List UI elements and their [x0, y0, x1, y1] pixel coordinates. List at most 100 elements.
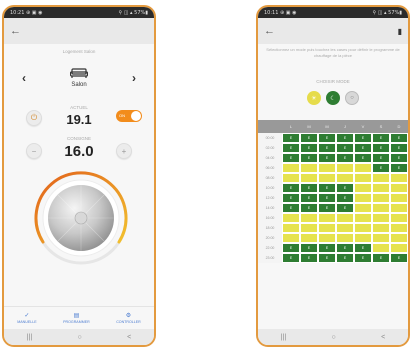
schedule-cell-eco[interactable]: E — [318, 253, 336, 263]
recent-apps-button[interactable]: ||| — [281, 334, 286, 341]
schedule-cell-eco[interactable]: E — [318, 183, 336, 193]
moon-icon[interactable]: ☾ — [326, 91, 340, 105]
schedule-cell-comfort[interactable] — [354, 163, 372, 173]
schedule-cell-comfort[interactable] — [390, 243, 408, 253]
schedule-cell-eco[interactable]: E — [300, 133, 318, 143]
schedule-cell-eco[interactable]: E — [390, 163, 408, 173]
schedule-cell-eco[interactable]: E — [354, 143, 372, 153]
schedule-cell-eco[interactable]: E — [318, 243, 336, 253]
schedule-cell-comfort[interactable] — [282, 233, 300, 243]
schedule-cell-eco[interactable]: E — [336, 153, 354, 163]
schedule-cell-eco[interactable]: E — [282, 143, 300, 153]
home-button[interactable]: ○ — [332, 334, 336, 341]
schedule-cell-eco[interactable]: E — [282, 183, 300, 193]
schedule-cell-eco[interactable]: E — [300, 143, 318, 153]
schedule-cell-comfort[interactable] — [372, 193, 390, 203]
schedule-cell-comfort[interactable] — [300, 213, 318, 223]
schedule-cell-eco[interactable]: E — [336, 183, 354, 193]
recent-apps-button[interactable]: ||| — [27, 334, 32, 341]
schedule-cell-comfort[interactable] — [372, 213, 390, 223]
schedule-cell-eco[interactable]: E — [336, 193, 354, 203]
trash-icon[interactable]: ▮ — [398, 27, 402, 36]
schedule-cell-comfort[interactable] — [300, 173, 318, 183]
system-back-button[interactable]: < — [127, 334, 131, 341]
schedule-cell-comfort[interactable] — [354, 183, 372, 193]
schedule-cell-eco[interactable]: E — [282, 153, 300, 163]
schedule-cell-eco[interactable]: E — [354, 133, 372, 143]
schedule-cell-comfort[interactable] — [300, 233, 318, 243]
schedule-cell-eco[interactable]: E — [336, 133, 354, 143]
schedule-cell-eco[interactable]: E — [282, 133, 300, 143]
schedule-cell-comfort[interactable] — [318, 223, 336, 233]
schedule-cell-eco[interactable]: E — [372, 253, 390, 263]
temperature-dial[interactable] — [33, 170, 129, 266]
increase-button[interactable]: + — [116, 143, 132, 159]
schedule-cell-comfort[interactable] — [390, 223, 408, 233]
schedule-cell-comfort[interactable] — [300, 163, 318, 173]
schedule-cell-eco[interactable]: E — [318, 133, 336, 143]
schedule-cell-comfort[interactable] — [390, 183, 408, 193]
schedule-cell-eco[interactable]: E — [300, 203, 318, 213]
schedule-cell-eco[interactable]: E — [390, 133, 408, 143]
schedule-cell-comfort[interactable] — [318, 173, 336, 183]
schedule-cell-eco[interactable]: E — [354, 243, 372, 253]
schedule-cell-comfort[interactable] — [390, 213, 408, 223]
tab-controller[interactable]: ⚙ CONTROLLER — [116, 312, 141, 324]
schedule-cell-comfort[interactable] — [300, 223, 318, 233]
home-button[interactable]: ○ — [78, 334, 82, 341]
schedule-cell-eco[interactable]: E — [300, 253, 318, 263]
schedule-cell-eco[interactable]: E — [354, 153, 372, 163]
schedule-cell-eco[interactable]: E — [372, 143, 390, 153]
schedule-cell-comfort[interactable] — [336, 233, 354, 243]
schedule-cell-eco[interactable]: E — [318, 203, 336, 213]
schedule-cell-comfort[interactable] — [354, 193, 372, 203]
schedule-cell-comfort[interactable] — [390, 173, 408, 183]
tab-manual[interactable]: ✓ MANUELLE — [17, 312, 36, 324]
back-arrow-icon[interactable]: ← — [10, 25, 21, 37]
on-off-toggle[interactable]: ON — [116, 110, 142, 122]
schedule-cell-comfort[interactable] — [390, 203, 408, 213]
schedule-cell-comfort[interactable] — [390, 233, 408, 243]
schedule-cell-comfort[interactable] — [354, 173, 372, 183]
schedule-cell-comfort[interactable] — [336, 223, 354, 233]
schedule-cell-eco[interactable]: E — [318, 143, 336, 153]
schedule-cell-eco[interactable]: E — [300, 153, 318, 163]
sun-icon[interactable]: ☀ — [307, 91, 321, 105]
schedule-cell-eco[interactable]: E — [336, 253, 354, 263]
schedule-cell-eco[interactable]: E — [372, 153, 390, 163]
schedule-cell-comfort[interactable] — [282, 213, 300, 223]
schedule-cell-comfort[interactable] — [372, 243, 390, 253]
schedule-cell-eco[interactable]: E — [354, 253, 372, 263]
schedule-cell-eco[interactable]: E — [282, 193, 300, 203]
schedule-cell-eco[interactable]: E — [372, 163, 390, 173]
schedule-cell-eco[interactable]: E — [390, 153, 408, 163]
schedule-cell-comfort[interactable] — [372, 233, 390, 243]
schedule-cell-comfort[interactable] — [390, 193, 408, 203]
schedule-cell-comfort[interactable] — [372, 173, 390, 183]
off-icon[interactable]: ○ — [345, 91, 359, 105]
schedule-cell-eco[interactable]: E — [318, 153, 336, 163]
schedule-cell-eco[interactable]: E — [390, 143, 408, 153]
schedule-cell-comfort[interactable] — [318, 213, 336, 223]
schedule-cell-comfort[interactable] — [372, 203, 390, 213]
schedule-cell-eco[interactable]: E — [300, 243, 318, 253]
schedule-cell-comfort[interactable] — [318, 163, 336, 173]
schedule-cell-eco[interactable]: E — [318, 193, 336, 203]
schedule-cell-eco[interactable]: E — [390, 253, 408, 263]
schedule-cell-comfort[interactable] — [282, 223, 300, 233]
system-back-button[interactable]: < — [381, 334, 385, 341]
back-arrow-icon[interactable]: ← — [264, 25, 275, 37]
schedule-cell-comfort[interactable] — [354, 203, 372, 213]
schedule-cell-comfort[interactable] — [354, 223, 372, 233]
schedule-cell-eco[interactable]: E — [282, 243, 300, 253]
schedule-cell-eco[interactable]: E — [336, 203, 354, 213]
schedule-cell-eco[interactable]: E — [336, 243, 354, 253]
schedule-cell-comfort[interactable] — [336, 173, 354, 183]
schedule-cell-comfort[interactable] — [282, 163, 300, 173]
schedule-cell-comfort[interactable] — [336, 213, 354, 223]
schedule-cell-comfort[interactable] — [354, 213, 372, 223]
schedule-cell-eco[interactable]: E — [282, 253, 300, 263]
schedule-cell-comfort[interactable] — [282, 173, 300, 183]
schedule-cell-comfort[interactable] — [354, 233, 372, 243]
schedule-cell-comfort[interactable] — [372, 183, 390, 193]
